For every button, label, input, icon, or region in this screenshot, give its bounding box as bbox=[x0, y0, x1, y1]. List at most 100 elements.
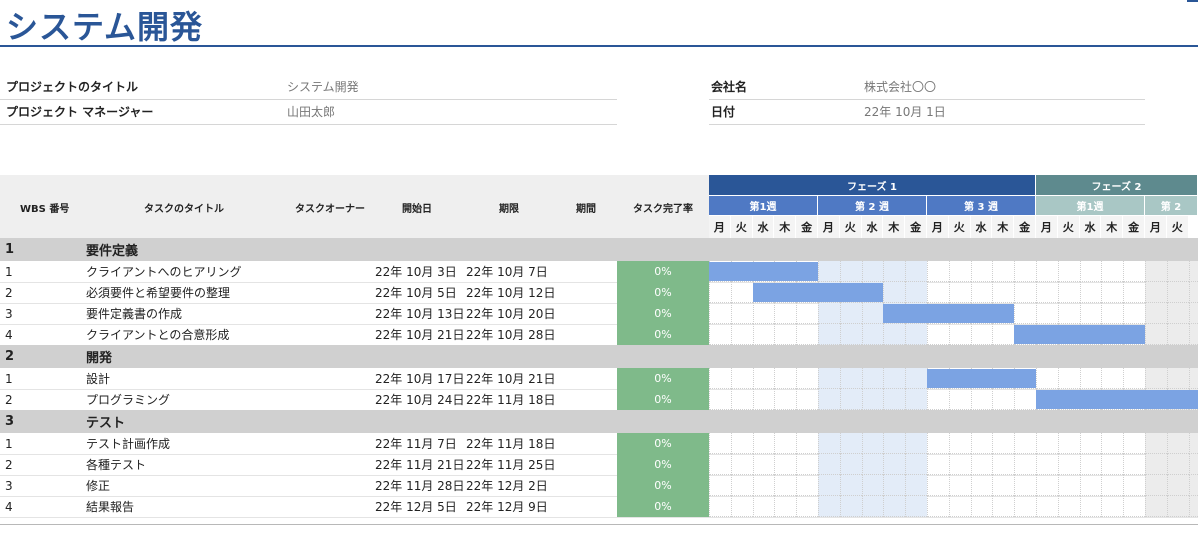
gantt-cell[interactable] bbox=[905, 324, 927, 345]
gantt-cell[interactable] bbox=[905, 261, 927, 282]
gantt-cell[interactable] bbox=[970, 389, 993, 410]
gantt-cell[interactable] bbox=[970, 475, 993, 496]
gantt-cell[interactable] bbox=[992, 282, 1015, 303]
gantt-cell[interactable] bbox=[861, 303, 884, 324]
gantt-cell[interactable] bbox=[796, 368, 818, 389]
gantt-cell[interactable] bbox=[1036, 303, 1058, 324]
gantt-cell[interactable] bbox=[730, 303, 753, 324]
gantt-cell[interactable] bbox=[709, 303, 731, 324]
gantt-cell[interactable] bbox=[905, 433, 927, 454]
gantt-cell[interactable] bbox=[861, 389, 884, 410]
gantt-cell[interactable] bbox=[796, 454, 818, 475]
gantt-cell[interactable] bbox=[883, 475, 906, 496]
gantt-cell[interactable] bbox=[927, 282, 949, 303]
gantt-cell[interactable] bbox=[1166, 433, 1189, 454]
gantt-cell[interactable] bbox=[1145, 261, 1167, 282]
phase-row[interactable]: 2 開発 bbox=[0, 345, 1198, 368]
gantt-cell[interactable] bbox=[1079, 261, 1102, 282]
gantt-cell[interactable] bbox=[1057, 368, 1080, 389]
gantt-cell[interactable] bbox=[1014, 496, 1036, 517]
gantt-cell[interactable] bbox=[948, 496, 971, 517]
gantt-cell[interactable] bbox=[970, 496, 993, 517]
gantt-cell[interactable] bbox=[1166, 475, 1189, 496]
task-row[interactable]: 2 必須要件と希望要件の整理 22年 10月 5日 22年 10月 12日 0% bbox=[0, 282, 1198, 304]
gantt-cell[interactable] bbox=[992, 454, 1015, 475]
gantt-cell[interactable] bbox=[839, 368, 862, 389]
gantt-cell[interactable] bbox=[927, 389, 949, 410]
gantt-cell[interactable] bbox=[1057, 282, 1080, 303]
gantt-cell[interactable] bbox=[709, 496, 731, 517]
gantt-cell[interactable] bbox=[1036, 454, 1058, 475]
gantt-bar[interactable] bbox=[1036, 390, 1198, 409]
gantt-cell[interactable] bbox=[927, 454, 949, 475]
gantt-cell[interactable] bbox=[883, 496, 906, 517]
gantt-cell[interactable] bbox=[861, 433, 884, 454]
gantt-cell[interactable] bbox=[861, 261, 884, 282]
gantt-cell[interactable] bbox=[905, 389, 927, 410]
gantt-cell[interactable] bbox=[992, 261, 1015, 282]
gantt-cell[interactable] bbox=[1079, 282, 1102, 303]
gantt-cell[interactable] bbox=[752, 454, 775, 475]
gantt-cell[interactable] bbox=[1036, 496, 1058, 517]
gantt-cell[interactable] bbox=[818, 454, 840, 475]
gantt-cell[interactable] bbox=[730, 324, 753, 345]
gantt-cell[interactable] bbox=[970, 433, 993, 454]
gantt-cell[interactable] bbox=[948, 282, 971, 303]
gantt-cell[interactable] bbox=[927, 496, 949, 517]
gantt-cell[interactable] bbox=[752, 389, 775, 410]
gantt-bar[interactable] bbox=[752, 283, 884, 302]
task-row[interactable]: 3 修正 22年 11月 28日 22年 12月 2日 0% bbox=[0, 475, 1198, 497]
gantt-cell[interactable] bbox=[709, 368, 731, 389]
gantt-cell[interactable] bbox=[796, 324, 818, 345]
gantt-cell[interactable] bbox=[839, 303, 862, 324]
gantt-cell[interactable] bbox=[905, 475, 927, 496]
gantt-cell[interactable] bbox=[1188, 433, 1198, 454]
gantt-cell[interactable] bbox=[730, 282, 753, 303]
gantt-cell[interactable] bbox=[948, 454, 971, 475]
task-row[interactable]: 2 各種テスト 22年 11月 21日 22年 11月 25日 0% bbox=[0, 454, 1198, 476]
gantt-cell[interactable] bbox=[752, 475, 775, 496]
gantt-cell[interactable] bbox=[709, 475, 731, 496]
gantt-cell[interactable] bbox=[1188, 475, 1198, 496]
gantt-cell[interactable] bbox=[1101, 282, 1124, 303]
gantt-cell[interactable] bbox=[905, 454, 927, 475]
gantt-cell[interactable] bbox=[774, 475, 797, 496]
gantt-cell[interactable] bbox=[861, 454, 884, 475]
gantt-cell[interactable] bbox=[1188, 496, 1198, 517]
task-row[interactable]: 1 設計 22年 10月 17日 22年 10月 21日 0% bbox=[0, 368, 1198, 390]
gantt-cell[interactable] bbox=[1123, 282, 1145, 303]
gantt-cell[interactable] bbox=[774, 496, 797, 517]
gantt-cell[interactable] bbox=[1166, 368, 1189, 389]
gantt-cell[interactable] bbox=[1014, 389, 1036, 410]
gantt-cell[interactable] bbox=[730, 433, 753, 454]
gantt-cell[interactable] bbox=[883, 454, 906, 475]
gantt-cell[interactable] bbox=[839, 475, 862, 496]
gantt-cell[interactable] bbox=[861, 496, 884, 517]
gantt-cell[interactable] bbox=[927, 261, 949, 282]
gantt-cell[interactable] bbox=[861, 368, 884, 389]
gantt-cell[interactable] bbox=[1166, 261, 1189, 282]
date-value[interactable]: 22年 10月 1日 bbox=[864, 103, 946, 120]
gantt-cell[interactable] bbox=[1188, 303, 1198, 324]
gantt-cell[interactable] bbox=[752, 433, 775, 454]
gantt-cell[interactable] bbox=[1057, 454, 1080, 475]
gantt-cell[interactable] bbox=[992, 389, 1015, 410]
gantt-cell[interactable] bbox=[730, 454, 753, 475]
gantt-cell[interactable] bbox=[992, 433, 1015, 454]
gantt-cell[interactable] bbox=[1079, 454, 1102, 475]
gantt-cell[interactable] bbox=[796, 475, 818, 496]
gantt-cell[interactable] bbox=[1123, 261, 1145, 282]
task-row[interactable]: 2 プログラミング 22年 10月 24日 22年 11月 18日 0% bbox=[0, 389, 1198, 411]
gantt-cell[interactable] bbox=[948, 389, 971, 410]
gantt-cell[interactable] bbox=[752, 496, 775, 517]
gantt-cell[interactable] bbox=[883, 261, 906, 282]
gantt-cell[interactable] bbox=[1014, 433, 1036, 454]
gantt-cell[interactable] bbox=[709, 389, 731, 410]
gantt-cell[interactable] bbox=[1123, 368, 1145, 389]
gantt-cell[interactable] bbox=[709, 454, 731, 475]
gantt-cell[interactable] bbox=[730, 389, 753, 410]
gantt-cell[interactable] bbox=[905, 282, 927, 303]
company-value[interactable]: 株式会社〇〇 bbox=[864, 78, 936, 95]
gantt-bar[interactable] bbox=[927, 369, 1036, 388]
gantt-cell[interactable] bbox=[883, 282, 906, 303]
